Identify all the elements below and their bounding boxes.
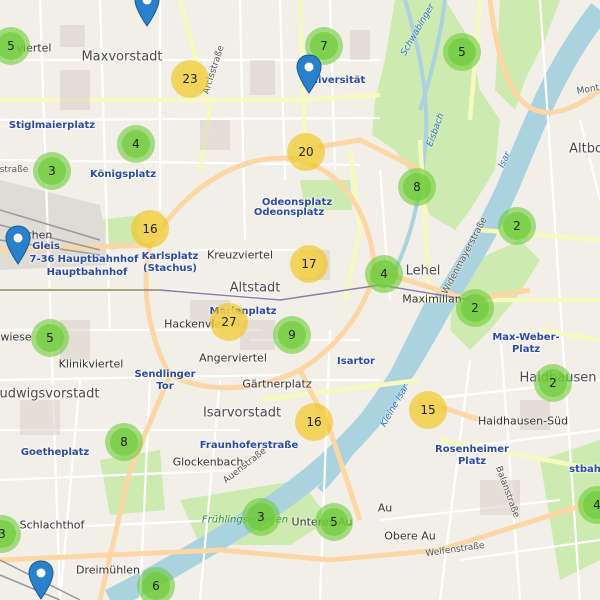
cluster-count: 4 (583, 491, 600, 519)
tram-line (0, 284, 471, 301)
cluster-marker[interactable]: 5 (31, 319, 69, 357)
englischer-garten-park (372, 0, 500, 230)
cluster-count: 5 (36, 324, 64, 352)
map-marker-icon[interactable] (296, 54, 322, 94)
cluster-count: 2 (461, 294, 489, 322)
cluster-count: 5 (320, 508, 348, 536)
cluster-count: 4 (122, 130, 150, 158)
cluster-count: 3 (38, 157, 66, 185)
cluster-marker[interactable]: 23 (171, 60, 209, 98)
map-marker-icon[interactable] (134, 0, 160, 27)
cluster-marker[interactable]: 3 (33, 152, 71, 190)
map-marker-icon[interactable] (5, 225, 31, 265)
cluster-count: 20 (292, 138, 320, 166)
cluster-count: 17 (295, 250, 323, 278)
cluster-count: 2 (503, 212, 531, 240)
cluster-marker[interactable]: 8 (398, 168, 436, 206)
map-canvas[interactable]: Maxvorstadt Altstadt Isarvorstadt Lehel … (0, 0, 600, 600)
cluster-count: 2 (539, 369, 567, 397)
cluster-count: 8 (110, 428, 138, 456)
cluster-count: 9 (278, 321, 306, 349)
cluster-marker[interactable]: 5 (315, 503, 353, 541)
cluster-marker[interactable]: 4 (365, 255, 403, 293)
cluster-count: 15 (414, 396, 442, 424)
cluster-marker[interactable]: 3 (242, 498, 280, 536)
cluster-marker[interactable]: 2 (498, 207, 536, 245)
cluster-marker[interactable]: 2 (534, 364, 572, 402)
cluster-marker[interactable]: 4 (117, 125, 155, 163)
cluster-marker[interactable]: 15 (409, 391, 447, 429)
cluster-count: 5 (448, 38, 476, 66)
cluster-marker[interactable]: 16 (295, 403, 333, 441)
cluster-marker[interactable]: 8 (105, 423, 143, 461)
map-marker-icon[interactable] (28, 560, 54, 600)
cluster-count: 16 (300, 408, 328, 436)
cluster-count: 8 (403, 173, 431, 201)
cluster-count: 3 (0, 520, 16, 548)
cluster-marker[interactable]: 5 (443, 33, 481, 71)
cluster-count: 6 (142, 572, 170, 600)
cluster-marker[interactable]: 9 (273, 316, 311, 354)
cluster-count: 16 (136, 215, 164, 243)
cluster-count: 5 (0, 32, 25, 60)
cluster-marker[interactable]: 20 (287, 133, 325, 171)
cluster-marker[interactable]: 16 (131, 210, 169, 248)
cluster-marker[interactable]: 6 (137, 567, 175, 600)
cluster-count: 27 (215, 308, 243, 336)
cluster-count: 23 (176, 65, 204, 93)
cluster-marker[interactable]: 27 (210, 303, 248, 341)
cluster-count: 4 (370, 260, 398, 288)
cluster-marker[interactable]: 2 (456, 289, 494, 327)
cluster-count: 3 (247, 503, 275, 531)
cluster-marker[interactable]: 17 (290, 245, 328, 283)
